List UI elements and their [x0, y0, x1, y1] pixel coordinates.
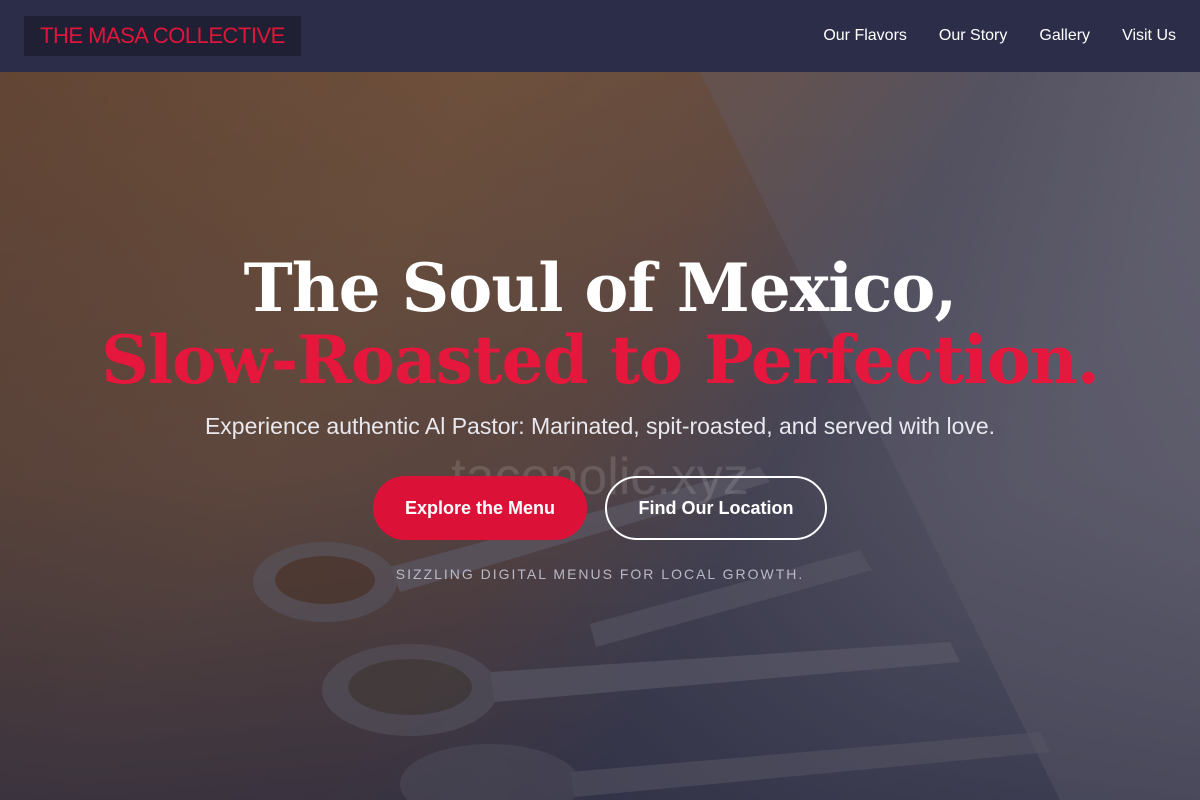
hero-headline: The Soul of Mexico, Slow-Roasted to Perf… [0, 252, 1200, 396]
hero-subtitle: Experience authentic Al Pastor: Marinate… [204, 413, 996, 439]
nav-link-our-story[interactable]: Our Story [939, 27, 1007, 45]
hero-buttons: Explore the Menu Find Our Location [0, 476, 1200, 540]
top-navbar: THE MASA COLLECTIVE Our Flavors Our Stor… [0, 0, 1200, 72]
hero-tagline: SIZZLING DIGITAL MENUS FOR LOCAL GROWTH. [395, 566, 805, 582]
nav-link-gallery[interactable]: Gallery [1039, 27, 1090, 45]
find-location-button[interactable]: Find Our Location [605, 476, 827, 540]
headline-line-1: The Soul of Mexico, [243, 249, 958, 327]
brand-logo[interactable]: THE MASA COLLECTIVE [24, 16, 301, 56]
headline-line-2: Slow-Roasted to Perfection. [101, 321, 1100, 399]
explore-menu-button[interactable]: Explore the Menu [373, 476, 587, 540]
hero-section: taconolic.xyz The Soul of Mexico, Slow-R… [0, 72, 1200, 800]
main-nav: Our Flavors Our Story Gallery Visit Us [823, 27, 1176, 45]
hero-content: The Soul of Mexico, Slow-Roasted to Perf… [0, 252, 1200, 582]
nav-link-our-flavors[interactable]: Our Flavors [823, 27, 907, 45]
nav-link-visit-us[interactable]: Visit Us [1122, 27, 1176, 45]
